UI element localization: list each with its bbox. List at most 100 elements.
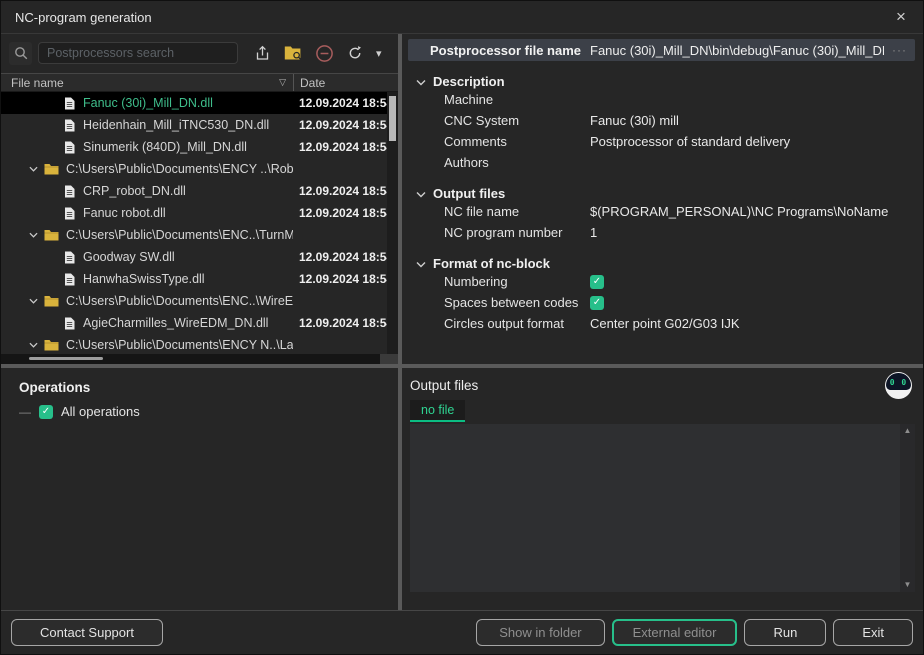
vertical-scrollbar[interactable] bbox=[387, 92, 398, 354]
section-title: Description bbox=[433, 74, 505, 89]
all-operations-checkbox[interactable]: ✓ bbox=[39, 405, 53, 419]
spaces-checkbox[interactable]: ✓ bbox=[590, 296, 604, 310]
close-icon[interactable]: × bbox=[885, 1, 917, 33]
table-row[interactable]: Sinumerik (840D)_Mill_DN.dll 12.09.2024 … bbox=[1, 136, 398, 158]
operations-title: Operations bbox=[19, 380, 398, 395]
refresh-icon[interactable] bbox=[345, 43, 365, 63]
column-header-file-name[interactable]: File name ▽ bbox=[1, 74, 293, 91]
file-name: Heidenhain_Mill_iTNC530_DN.dll bbox=[83, 118, 269, 132]
export-icon[interactable] bbox=[252, 43, 272, 63]
horizontal-scrollbar[interactable] bbox=[1, 354, 398, 364]
file-date: 12.09.2024 18:54 bbox=[293, 272, 398, 286]
file-icon bbox=[64, 251, 75, 264]
chevron-down-icon[interactable] bbox=[29, 342, 38, 348]
folder-icon bbox=[44, 229, 59, 241]
table-row[interactable]: C:\Users\Public\Documents\ENC..\WireEDM bbox=[1, 290, 398, 312]
file-name: CRP_robot_DN.dll bbox=[83, 184, 186, 198]
output-tabs: no file bbox=[410, 400, 915, 422]
check-icon: ✓ bbox=[42, 407, 50, 417]
postprocessor-tree: Fanuc (30i)_Mill_DN.dll 12.09.2024 18:54… bbox=[1, 92, 398, 354]
property-label: Numbering bbox=[444, 274, 590, 289]
file-date: 12.09.2024 18:54 bbox=[293, 316, 398, 330]
vertical-scrollbar[interactable]: ▲ ▼ bbox=[900, 424, 915, 592]
folder-path: C:\Users\Public\Documents\ENCY ..\Robots bbox=[66, 162, 293, 176]
scroll-up-icon[interactable]: ▲ bbox=[904, 427, 912, 435]
file-name: AgieCharmilles_WireEDM_DN.dll bbox=[83, 316, 268, 330]
column-label: File name bbox=[11, 76, 64, 90]
table-row[interactable]: CRP_robot_DN.dll 12.09.2024 18:54 bbox=[1, 180, 398, 202]
property-value: Fanuc (30i) mill bbox=[590, 113, 923, 128]
section-header-format[interactable]: Format of nc-block bbox=[416, 256, 923, 271]
collapse-icon[interactable]: — bbox=[19, 405, 31, 419]
column-label: Date bbox=[300, 76, 325, 90]
scroll-down-icon[interactable]: ▼ bbox=[904, 581, 912, 589]
numbering-checkbox[interactable]: ✓ bbox=[590, 275, 604, 289]
external-editor-button[interactable]: External editor bbox=[612, 619, 738, 646]
postprocessor-file-field[interactable]: Postprocessor file name Fanuc (30i)_Mill… bbox=[408, 39, 915, 61]
title-bar: NC-program generation × bbox=[1, 1, 923, 34]
property-label: NC program number bbox=[444, 225, 590, 240]
scrollbar-thumb[interactable] bbox=[389, 96, 396, 141]
ellipsis-button[interactable]: ··· bbox=[884, 43, 915, 57]
nc-output-textarea[interactable]: ▲ ▼ bbox=[410, 424, 915, 592]
nc-file-name-value[interactable]: $(PROGRAM_PERSONAL)\NC Programs\NoName bbox=[590, 204, 923, 219]
circles-format-value[interactable]: Center point G02/G03 IJK bbox=[590, 316, 923, 331]
table-row[interactable]: Fanuc robot.dll 12.09.2024 18:54 bbox=[1, 202, 398, 224]
section-header-output-files[interactable]: Output files bbox=[416, 186, 923, 201]
scrollbar-thumb[interactable] bbox=[29, 357, 103, 360]
all-operations-label: All operations bbox=[61, 404, 140, 419]
operations-panel: Operations — ✓ All operations bbox=[1, 368, 398, 610]
window-title: NC-program generation bbox=[15, 10, 152, 25]
table-row[interactable]: AgieCharmilles_WireEDM_DN.dll 12.09.2024… bbox=[1, 312, 398, 334]
assistant-robot-icon[interactable]: 0 0 bbox=[885, 372, 912, 399]
chevron-down-icon[interactable]: ▾ bbox=[376, 47, 388, 60]
chevron-down-icon[interactable] bbox=[29, 232, 38, 238]
check-icon: ✓ bbox=[593, 277, 601, 287]
table-row[interactable]: C:\Users\Public\Documents\ENCY ..\Robots bbox=[1, 158, 398, 180]
exit-button[interactable]: Exit bbox=[833, 619, 913, 646]
file-icon bbox=[64, 207, 75, 220]
property-row: Numbering ✓ bbox=[416, 271, 923, 292]
search-icon bbox=[9, 42, 32, 65]
file-date: 12.09.2024 18:54 bbox=[293, 140, 398, 154]
table-row[interactable]: C:\Users\Public\Documents\ENCY N..\Lathe bbox=[1, 334, 398, 354]
column-header-date[interactable]: Date bbox=[293, 74, 398, 91]
property-value: Postprocessor of standard delivery bbox=[590, 134, 923, 149]
section-header-description[interactable]: Description bbox=[416, 74, 923, 89]
chevron-down-icon[interactable] bbox=[29, 166, 38, 172]
property-row: NC file name $(PROGRAM_PERSONAL)\NC Prog… bbox=[416, 201, 923, 222]
table-row[interactable]: Fanuc (30i)_Mill_DN.dll 12.09.2024 18:54 bbox=[1, 92, 398, 114]
property-row: Spaces between codes ✓ bbox=[416, 292, 923, 313]
postprocessor-panel: ▾ File name ▽ Date Fanuc (30i)_Mill_DN.d… bbox=[1, 34, 398, 364]
table-row[interactable]: Heidenhain_Mill_iTNC530_DN.dll 12.09.202… bbox=[1, 114, 398, 136]
file-icon bbox=[64, 119, 75, 132]
check-icon: ✓ bbox=[593, 298, 601, 308]
nc-program-number-value[interactable]: 1 bbox=[590, 225, 923, 240]
chevron-down-icon bbox=[416, 186, 426, 201]
remove-icon[interactable] bbox=[314, 43, 334, 63]
file-icon bbox=[64, 97, 75, 110]
file-icon bbox=[64, 141, 75, 154]
output-files-title: Output files bbox=[410, 378, 915, 393]
section-title: Output files bbox=[433, 186, 505, 201]
file-icon bbox=[64, 185, 75, 198]
table-row[interactable]: Goodway SW.dll 12.09.2024 18:54 bbox=[1, 246, 398, 268]
table-row[interactable]: HanwhaSwissType.dll 12.09.2024 18:54 bbox=[1, 268, 398, 290]
tab-no-file[interactable]: no file bbox=[410, 400, 465, 422]
tree-header: File name ▽ Date bbox=[1, 73, 398, 92]
folder-search-icon[interactable] bbox=[283, 43, 303, 63]
file-name: Goodway SW.dll bbox=[83, 250, 175, 264]
show-in-folder-button[interactable]: Show in folder bbox=[476, 619, 604, 646]
output-files-panel: Output files 0 0 no file ▲ ▼ bbox=[402, 368, 923, 610]
field-label: Postprocessor file name bbox=[430, 43, 590, 58]
sort-icon: ▽ bbox=[279, 77, 286, 88]
property-label: NC file name bbox=[444, 204, 590, 219]
table-row[interactable]: C:\Users\Public\Documents\ENC..\TurnMill bbox=[1, 224, 398, 246]
run-button[interactable]: Run bbox=[744, 619, 826, 646]
folder-icon bbox=[44, 295, 59, 307]
property-label: CNC System bbox=[444, 113, 590, 128]
file-date: 12.09.2024 18:54 bbox=[293, 206, 398, 220]
contact-support-button[interactable]: Contact Support bbox=[11, 619, 163, 646]
chevron-down-icon[interactable] bbox=[29, 298, 38, 304]
search-input[interactable] bbox=[38, 42, 238, 64]
